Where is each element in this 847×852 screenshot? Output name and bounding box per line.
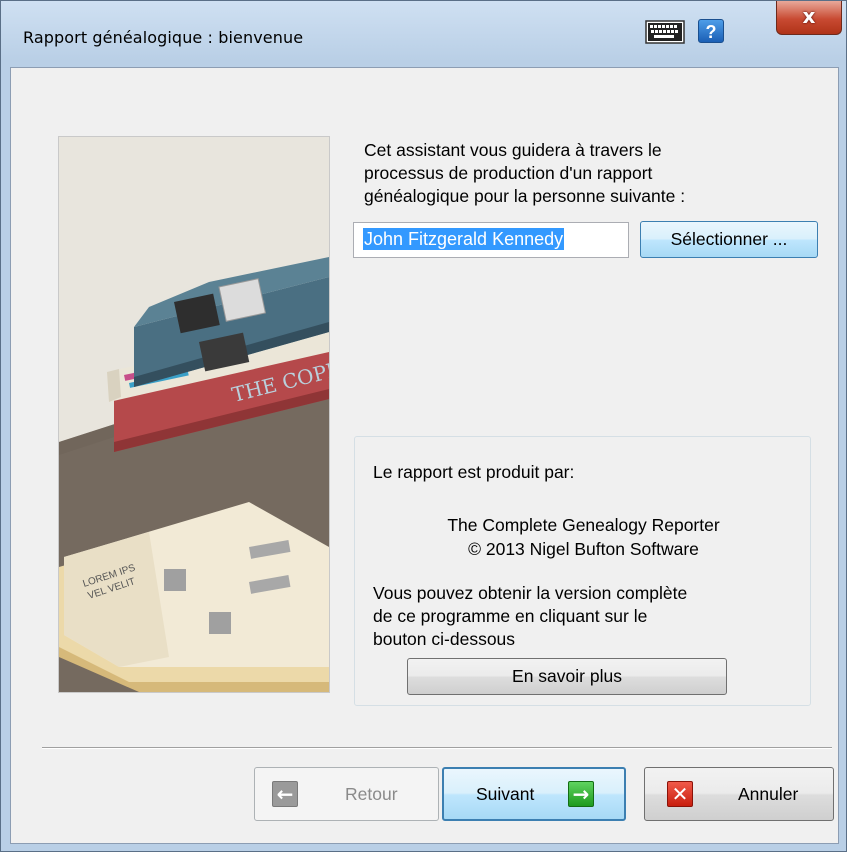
window-title: Rapport généalogique : bienvenue (23, 28, 304, 47)
arrow-left-icon: ← (272, 781, 298, 807)
info-lead-text: Le rapport est produit par: (373, 462, 575, 482)
dialog-window: Rapport généalogique : bienvenue ? x THE… (0, 0, 847, 852)
info-body-text: Vous pouvez obtenir la version complète … (373, 582, 803, 651)
learn-more-button[interactable]: En savoir plus (407, 658, 727, 695)
info-body-line: bouton ci-dessous (373, 629, 516, 649)
back-button[interactable]: ← Retour (254, 767, 439, 821)
info-body-line: de ce programme en cliquant sur le (373, 606, 648, 626)
cancel-button[interactable]: ✕ Annuler (644, 767, 834, 821)
genealogy-illustration: THE COPP LOREM IPS VEL VELIT (58, 136, 330, 693)
intro-text: Cet assistant vous guidera à travers le … (364, 139, 804, 208)
intro-line: Cet assistant vous guidera à travers le (364, 140, 662, 160)
info-panel: Le rapport est produit par: The Complete… (354, 436, 811, 706)
close-window-button[interactable]: x (776, 1, 842, 35)
dialog-client-area: THE COPP LOREM IPS VEL VELIT Cet assista… (10, 67, 839, 844)
cancel-button-label: Annuler (738, 784, 799, 804)
help-button[interactable]: ? (698, 19, 724, 43)
back-button-label: Retour (345, 784, 398, 804)
select-person-button[interactable]: Sélectionner ... (640, 221, 818, 258)
books-and-charts-image: THE COPP LOREM IPS VEL VELIT (59, 137, 329, 692)
person-name-input[interactable]: John Fitzgerald Kennedy (353, 222, 629, 258)
close-icon: ✕ (667, 781, 693, 807)
next-button-label: Suivant (476, 784, 535, 804)
close-icon: x (802, 4, 816, 28)
product-name: The Complete Genealogy Reporter (447, 515, 720, 535)
arrow-right-icon: → (568, 781, 594, 807)
intro-line: processus de production d'un rapport (364, 163, 653, 183)
title-bar[interactable]: Rapport généalogique : bienvenue ? x (1, 1, 846, 67)
help-icon: ? (705, 22, 717, 42)
info-body-line: Vous pouvez obtenir la version complète (373, 583, 688, 603)
keyboard-icon[interactable] (645, 20, 685, 44)
separator (42, 747, 832, 749)
person-name-value: John Fitzgerald Kennedy (363, 228, 565, 250)
next-button[interactable]: Suivant → (442, 767, 626, 821)
intro-line: généalogique pour la personne suivante : (364, 186, 686, 206)
copyright-text: © 2013 Nigel Bufton Software (468, 539, 699, 559)
